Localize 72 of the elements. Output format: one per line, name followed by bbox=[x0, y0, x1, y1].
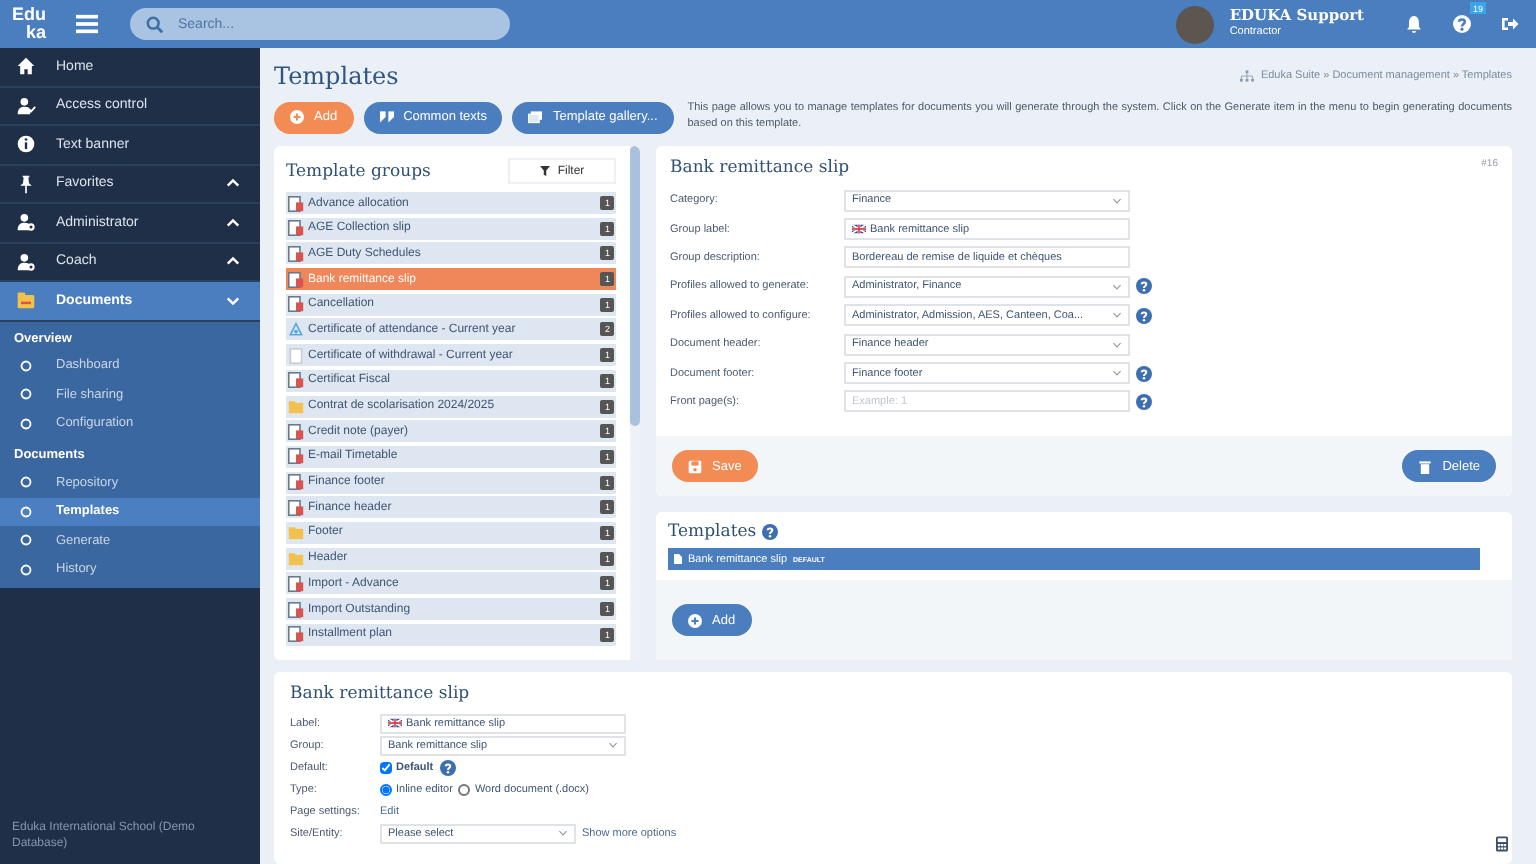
plus-icon bbox=[688, 613, 702, 627]
radio-button[interactable] bbox=[380, 783, 392, 795]
default-checkbox[interactable] bbox=[380, 761, 392, 773]
images-icon bbox=[528, 110, 543, 124]
sidebar-item-icon bbox=[16, 173, 36, 194]
eduka-logo[interactable]: Edu ka bbox=[12, 6, 60, 42]
document-icon bbox=[288, 372, 304, 389]
help-icon[interactable] bbox=[1136, 393, 1152, 410]
document-icon bbox=[288, 271, 304, 288]
circle-icon bbox=[20, 359, 32, 372]
trash-icon bbox=[1418, 459, 1433, 473]
scrollbar[interactable] bbox=[630, 146, 640, 660]
document-icon bbox=[288, 601, 304, 617]
document-icon bbox=[674, 554, 682, 564]
circle-icon bbox=[20, 505, 32, 518]
document-icon bbox=[288, 626, 304, 643]
sidebar-item-icon bbox=[16, 56, 36, 77]
floppy-icon bbox=[688, 459, 702, 473]
flag-icon bbox=[852, 224, 866, 235]
help-icon[interactable] bbox=[439, 759, 456, 775]
document-icon bbox=[288, 347, 304, 364]
document-icon bbox=[288, 448, 304, 465]
sidebar-item-icon bbox=[16, 212, 36, 233]
folder-icon bbox=[288, 398, 304, 414]
caret-icon bbox=[608, 742, 618, 748]
folder-icon bbox=[288, 550, 304, 567]
help-icon[interactable] bbox=[1136, 307, 1152, 324]
document-icon bbox=[288, 296, 304, 313]
quote-icon bbox=[379, 110, 394, 124]
caret-icon bbox=[1112, 370, 1122, 377]
caret-icon bbox=[1112, 197, 1122, 204]
filter-icon bbox=[539, 166, 550, 176]
help-icon[interactable] bbox=[762, 524, 779, 540]
circle-icon bbox=[20, 388, 32, 401]
panel-title: Templates bbox=[668, 522, 757, 542]
sidebar-item-icon bbox=[16, 251, 36, 272]
caret-icon bbox=[1112, 283, 1122, 290]
document-icon bbox=[288, 220, 304, 237]
help-icon[interactable] bbox=[1136, 365, 1152, 382]
document-icon bbox=[288, 499, 304, 516]
search-icon bbox=[146, 15, 164, 33]
menu-icon[interactable] bbox=[76, 14, 98, 34]
plus-icon bbox=[290, 110, 304, 124]
circle-icon bbox=[20, 534, 32, 547]
certificate-icon bbox=[288, 321, 304, 338]
document-icon bbox=[288, 423, 304, 440]
page-title: Templates bbox=[274, 62, 399, 90]
help-icon[interactable] bbox=[1136, 278, 1152, 295]
document-icon bbox=[288, 245, 304, 262]
caret-icon bbox=[558, 830, 568, 836]
flag-icon bbox=[388, 718, 402, 728]
panel-title: Bank remittance slip bbox=[290, 684, 472, 704]
document-icon bbox=[288, 474, 304, 491]
sitemap-icon bbox=[1240, 70, 1255, 82]
caret-icon bbox=[1112, 341, 1122, 348]
circle-icon bbox=[20, 563, 32, 576]
sidebar-item-icon bbox=[16, 290, 36, 311]
circle-icon bbox=[20, 476, 32, 489]
sidebar-item-icon bbox=[16, 95, 36, 116]
help-icon[interactable] bbox=[1452, 14, 1472, 34]
caret-icon bbox=[1112, 312, 1122, 319]
sidebar-item-icon bbox=[16, 134, 36, 155]
bell-icon[interactable] bbox=[1404, 14, 1424, 34]
panel-title: Bank remittance slip bbox=[670, 158, 850, 178]
radio-button[interactable] bbox=[458, 783, 471, 795]
document-icon bbox=[288, 195, 304, 211]
logout-icon[interactable] bbox=[1500, 14, 1520, 34]
panel-title: Template groups bbox=[286, 161, 431, 181]
circle-icon bbox=[20, 417, 32, 430]
calculator-icon[interactable] bbox=[1496, 836, 1508, 852]
folder-icon bbox=[288, 524, 304, 541]
document-icon bbox=[288, 575, 304, 592]
